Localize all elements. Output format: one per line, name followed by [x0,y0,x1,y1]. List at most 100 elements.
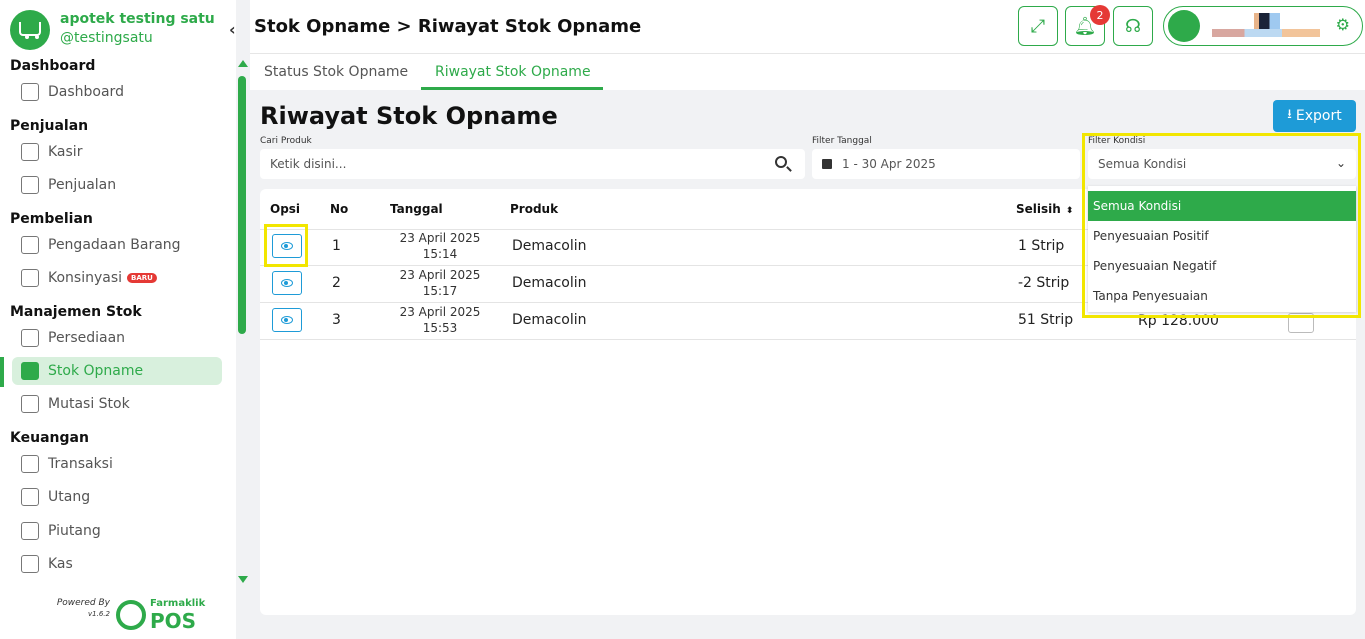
brand-username: @testingsatu [60,30,153,46]
gear-icon[interactable]: ⚙ [1336,15,1350,34]
stock-opname-icon [21,362,39,380]
highlight-frame-condition-filter [1082,133,1361,318]
topbar: Stok Opname > Riwayat Stok Opname ⤢ 🔔︎ 2… [250,0,1365,54]
row-product: Demacolin [512,275,587,291]
scroll-up-icon[interactable] [238,60,248,67]
sidebar-item-label: Piutang [48,523,101,539]
sidebar-scrollbar[interactable] [236,60,248,586]
sidebar-item-penjualan[interactable]: Penjualan [12,171,222,199]
column-header-no: No [330,202,349,216]
grid-icon [21,83,39,101]
search-icon[interactable] [775,156,787,168]
document-icon [21,488,39,506]
blurred-user-info [1212,29,1320,37]
section-dashboard: Dashboard [10,58,96,74]
row-difference: 1 Strip [1018,238,1065,254]
blurred-user-image [1254,13,1280,29]
download-icon: ⭳ [1287,107,1292,122]
section-manajemen-stok: Manajemen Stok [10,304,142,320]
sidebar-item-label: Transaksi [48,456,113,472]
notification-count-badge: 2 [1090,5,1110,25]
divider [260,339,1356,340]
section-pembelian: Pembelian [10,211,93,227]
farmaklik-mark-icon [116,600,146,630]
document-icon [21,522,39,540]
shopping-bag-icon [21,176,39,194]
powered-by-text: Powered By [56,598,110,608]
sidebar-item-pengadaan-barang[interactable]: Pengadaan Barang [12,231,222,259]
row-product: Demacolin [512,238,587,254]
sidebar-item-stok-opname[interactable]: Stok Opname [12,357,222,385]
eye-icon [281,279,293,287]
row-difference: -2 Strip [1018,275,1070,291]
column-header-opsi: Opsi [270,202,301,216]
powered-by: Powered By v1.6.2 [48,598,110,620]
notification-button[interactable]: 🔔︎ 2 [1065,5,1110,46]
highlight-frame-view-button [264,224,308,267]
sidebar-item-persediaan[interactable]: Persediaan [12,324,222,352]
view-detail-button[interactable] [272,271,302,295]
sidebar-item-kas[interactable]: Kas [12,550,222,578]
brand: apotek testing satu @testingsatu [10,10,215,50]
avatar [1168,10,1200,42]
column-header-tanggal: Tanggal [390,202,443,216]
sidebar-item-mutasi-stok[interactable]: Mutasi Stok [12,390,222,418]
row-date-day: 23 April 2025 [399,268,481,282]
row-date: 23 April 2025 15:53 [390,304,490,336]
tab-riwayat-stok-opname[interactable]: Riwayat Stok Opname [435,64,591,80]
new-badge: BARU [127,273,157,283]
sidebar-item-kasir[interactable]: Kasir [12,138,222,166]
section-heading: Riwayat Stok Opname [260,102,558,130]
sidebar-item-konsinyasi[interactable]: Konsinyasi BARU [12,264,222,292]
sidebar-item-label: Kasir [48,144,83,160]
cash-register-icon [21,143,39,161]
column-header-label: Selisih [1016,202,1061,216]
tab-status-stok-opname[interactable]: Status Stok Opname [264,64,408,80]
row-no: 2 [332,275,341,291]
collapse-sidebar-icon[interactable]: ‹ [229,20,236,39]
calendar-icon [822,159,832,169]
search-input[interactable]: Ketik disini... [260,149,805,179]
row-date: 23 April 2025 15:14 [390,230,490,262]
eye-icon [281,316,293,324]
sidebar-item-utang[interactable]: Utang [12,483,222,511]
tab-bar: Status Stok Opname Riwayat Stok Opname [250,54,1365,90]
row-date-day: 23 April 2025 [399,231,481,245]
column-header-selisih[interactable]: Selisih ⬍ [1016,202,1073,216]
mutation-icon [21,395,39,413]
procurement-icon [21,236,39,254]
section-penjualan: Penjualan [10,118,89,134]
scroll-down-icon[interactable] [238,576,248,583]
export-button[interactable]: ⭳ Export [1273,100,1356,132]
sidebar-item-label: Dashboard [48,84,124,100]
expand-icon: ⤢ [1030,15,1046,37]
row-date-time: 15:53 [422,321,458,335]
sidebar-item-label: Konsinyasi [48,270,123,286]
active-tab-underline [421,87,603,90]
sort-icon[interactable]: ⬍ [1066,206,1074,216]
exchange-icon [21,555,39,573]
transfer-icon [21,455,39,473]
view-detail-button[interactable] [272,308,302,332]
sidebar-item-transaksi[interactable]: Transaksi [12,450,222,478]
sidebar-item-dashboard[interactable]: Dashboard [12,78,222,106]
sidebar-item-piutang[interactable]: Piutang [12,517,222,545]
sidebar-item-label: Kas [48,556,73,572]
profile-menu[interactable]: ⚙ [1163,6,1363,46]
section-keuangan: Keuangan [10,430,89,446]
logo-text-bottom: POS [150,609,197,633]
pharmacy-logo-icon [10,10,50,50]
date-filter-input[interactable]: 1 - 30 Apr 2025 [812,149,1080,179]
farmaklik-logo: Farmaklik POS [116,598,205,632]
sidebar-item-label: Penjualan [48,177,117,193]
version-text: v1.6.2 [88,610,110,618]
sidebar-item-label: Stok Opname [48,363,144,379]
sidebar-item-label: Persediaan [48,330,126,346]
fullscreen-button[interactable]: ⤢ [1018,6,1058,46]
column-header-produk: Produk [510,202,559,216]
row-date: 23 April 2025 15:17 [390,267,490,299]
support-button[interactable]: ☊ [1113,6,1153,46]
row-date-day: 23 April 2025 [399,305,481,319]
sidebar-item-label: Utang [48,489,91,505]
scrollbar-thumb[interactable] [238,76,246,334]
